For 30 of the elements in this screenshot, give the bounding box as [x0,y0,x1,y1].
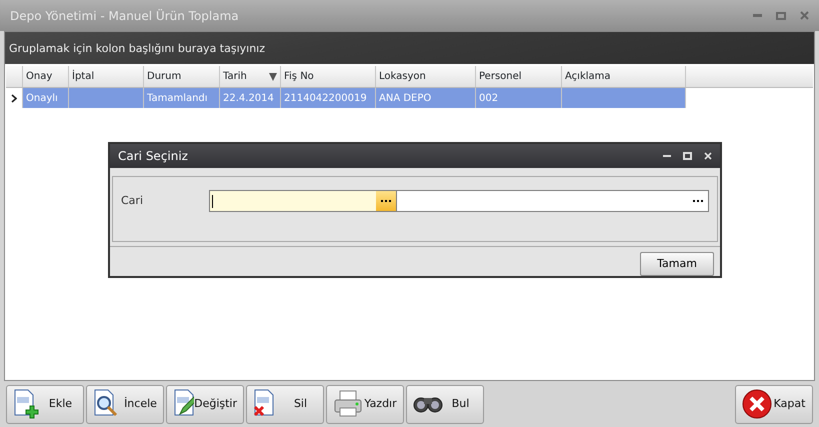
dialog-title: Cari Seçiniz [118,148,188,165]
toolbar-button[interactable]: Sil [246,384,324,424]
ellipsis-button[interactable] [376,191,396,211]
toolbar-button[interactable]: Yazdır [326,384,404,424]
column-header[interactable]: Fiş No [281,66,376,87]
toolbar-button[interactable]: Değiştir [166,384,244,424]
column-header[interactable]: Durum [144,66,220,87]
column-header[interactable]: Personel [476,66,562,87]
window-title: Depo Yönetimi - Manuel Ürün Toplama [10,8,239,24]
table-cell: 002 [476,88,562,108]
group-hint: Gruplamak için kolon başlığını buraya taşıyınız [9,40,266,56]
column-header[interactable]: Onay [23,66,69,87]
table-cell: 2114042200019 [281,88,376,108]
close-button[interactable]: Kapat [735,384,813,424]
column-header[interactable]: Tarih [220,66,281,87]
column-header[interactable]: İptal [69,66,144,87]
table-cell: Tamamlandı [144,88,220,108]
ok-button[interactable]: Tamam [640,252,714,276]
input-field[interactable] [396,190,709,212]
toolbar-button[interactable]: Bul [406,384,484,424]
input-field[interactable] [208,190,396,212]
column-header[interactable]: Açıklama [562,66,686,87]
close-icon [741,388,773,420]
table-cell: ANA DEPO [376,88,476,108]
field-label: Cari [121,192,144,209]
column-header[interactable]: Lokasyon [376,66,476,87]
toolbar-button[interactable]: Ekle [6,384,84,424]
toolbar-button[interactable]: İncele [86,384,164,424]
table-cell: Onaylı [23,88,69,108]
table-cell: 22.4.2014 [220,88,281,108]
